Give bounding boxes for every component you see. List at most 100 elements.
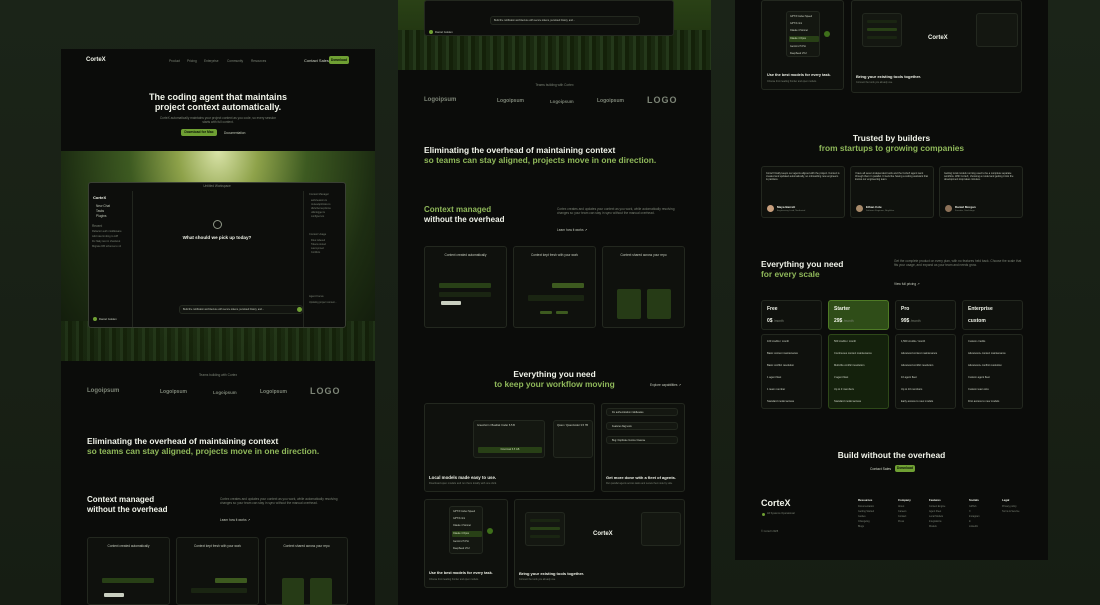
plan-feature: Advanced conflict resolution bbox=[901, 364, 934, 367]
plan-feature: Advanced+ context maintenance bbox=[968, 352, 1006, 355]
footer-link[interactable]: LinkedIn bbox=[969, 525, 978, 528]
recent-item[interactable]: Migrate DB schema to v2 bbox=[92, 245, 121, 248]
partner-logo: LOGO bbox=[647, 95, 678, 105]
stat-item: Conflicts bbox=[311, 251, 321, 254]
context-body: Cortex creates and updates your context … bbox=[557, 207, 675, 215]
testimonials-heading: Trusted by builders bbox=[852, 133, 931, 143]
footer-link[interactable]: Blogs bbox=[858, 525, 864, 528]
footer-link[interactable]: Integrations bbox=[929, 520, 942, 523]
cta-contact-link[interactable]: Contact Sales bbox=[870, 467, 891, 471]
file-item[interactable]: utils/logger.ts bbox=[311, 211, 325, 214]
footer-link[interactable]: In bbox=[969, 520, 971, 523]
nav-enterprise[interactable]: Enterprise bbox=[204, 59, 219, 63]
partner-logo: Logoipsum bbox=[424, 97, 457, 103]
plan-feature: 1 agent fleet bbox=[767, 376, 782, 379]
pricing-heading: Everything you need bbox=[761, 259, 844, 269]
sidebar-new-chat[interactable]: New Chat bbox=[96, 204, 110, 208]
chat-input[interactable]: Build the notification architecture with… bbox=[179, 305, 303, 314]
hero-docs-link[interactable]: Documentation bbox=[224, 131, 245, 135]
footer-link[interactable]: Instagram bbox=[969, 515, 980, 518]
model-download-button[interactable]: Download 6.5 GB bbox=[478, 447, 542, 453]
sidebar-plugins[interactable]: Plugins bbox=[96, 214, 106, 218]
partner-logo: Logoipsum bbox=[87, 388, 120, 394]
nav-product[interactable]: Product bbox=[169, 59, 180, 63]
integrations-card: CorteX Bring your existing tools togethe… bbox=[851, 0, 1022, 93]
file-item[interactable]: db/schema.prisma bbox=[311, 207, 331, 210]
overhead-heading: Eliminating the overhead of maintaining … bbox=[87, 436, 279, 446]
footer-link[interactable]: Getting Started bbox=[858, 510, 874, 513]
cta-heading: Build without the overhead bbox=[837, 450, 946, 460]
workflow-heading: Everything you need bbox=[513, 369, 596, 379]
footer-link[interactable]: Changelog bbox=[858, 520, 870, 523]
footer-link[interactable]: X bbox=[969, 510, 971, 513]
plan-card-3[interactable]: Enterprise custom bbox=[962, 300, 1023, 330]
context-body: Cortex creates and updates your context … bbox=[220, 497, 338, 505]
footer-link[interactable]: Terms & Service bbox=[1002, 510, 1019, 513]
plan-feature: Early access to new models bbox=[901, 400, 934, 403]
recent-item[interactable]: Refactor auth middleware bbox=[92, 230, 122, 233]
plan-price: 99$ /month bbox=[901, 318, 921, 324]
send-icon[interactable] bbox=[297, 307, 302, 312]
local-models-card: Greenhorn / Basilisk Coder 6.5 B Downloa… bbox=[424, 403, 595, 492]
agent-fleet-card: Fix authentication middleware Features f… bbox=[601, 403, 685, 492]
hero-subtitle: CorteX automatically maintains your proj… bbox=[159, 116, 277, 124]
footer-link[interactable]: Guides bbox=[858, 515, 866, 518]
nav-pricing[interactable]: Pricing bbox=[187, 59, 197, 63]
model-select-icon bbox=[487, 528, 493, 534]
plan-features: 500 credits / month Continuous context ma… bbox=[828, 334, 889, 409]
partner-logo: Logoipsum bbox=[213, 390, 237, 395]
footer-link[interactable]: Privacy policy bbox=[1002, 505, 1017, 508]
integrations-card: CorteX Bring your existing tools togethe… bbox=[514, 499, 685, 588]
pricing-link[interactable]: View full pricing ↗ bbox=[894, 282, 920, 286]
status-dot-icon bbox=[762, 513, 765, 516]
status-text[interactable]: All Systems Operational bbox=[767, 512, 795, 515]
feature-card: Context created automatically bbox=[87, 537, 170, 605]
footer-link[interactable]: GitHub bbox=[969, 505, 976, 508]
footer-link[interactable]: Documentation bbox=[858, 505, 874, 508]
plan-features: 1,500 credits / month Advanced context ma… bbox=[895, 334, 956, 409]
brand-logo[interactable]: CorteX bbox=[86, 57, 106, 63]
recent-item[interactable]: Fix flaky test in checkout bbox=[92, 240, 120, 243]
file-item[interactable]: routes/api/index.ts bbox=[311, 203, 330, 206]
copyright: © CorteX 2025 bbox=[761, 530, 779, 533]
footer-brand: CorteX bbox=[761, 498, 791, 508]
file-item[interactable]: auth/session.ts bbox=[311, 199, 327, 202]
footer-link[interactable]: Careers bbox=[898, 510, 907, 513]
capabilities-link[interactable]: Explore capabilities ↗ bbox=[650, 383, 681, 387]
plan-feature: 1,500 credits / month bbox=[901, 340, 926, 343]
context-link[interactable]: Learn how it works ↗ bbox=[220, 518, 250, 522]
hero-download-button[interactable]: Download for Mac bbox=[181, 129, 217, 136]
footer-link[interactable]: About bbox=[898, 505, 904, 508]
landing-page-preview-3: GPT-5 Codex Speed GPT-5 mini Claude 4 So… bbox=[735, 0, 1048, 560]
footer-link[interactable]: Context Engine bbox=[929, 505, 945, 508]
footer-col-header: Features bbox=[929, 498, 941, 502]
context-link[interactable]: Learn how it works ↗ bbox=[557, 228, 587, 232]
footer-link[interactable]: Local Models bbox=[929, 515, 943, 518]
app-window-bottom: Build the notification architecture with… bbox=[424, 0, 674, 36]
partner-logo: Logoipsum bbox=[597, 98, 624, 104]
download-button[interactable]: Download bbox=[329, 56, 349, 64]
plan-card-2[interactable]: Pro 99$ /month bbox=[895, 300, 956, 330]
chat-input[interactable]: Build the notification architecture with… bbox=[490, 16, 640, 25]
footer-col-header: Legal bbox=[1002, 498, 1010, 502]
plan-card-0[interactable]: Free 0$ /month bbox=[761, 300, 822, 330]
plan-name: Pro bbox=[901, 306, 910, 312]
footer-link[interactable]: Press bbox=[898, 520, 904, 523]
app-window: Untitled Workspace CorteX New Chat Tasks… bbox=[88, 182, 346, 328]
file-item[interactable]: config/env.ts bbox=[311, 215, 324, 218]
testimonial-card: I have all seven independent tools and t… bbox=[850, 166, 934, 218]
landing-page-preview-1: CorteX Product Pricing Enterprise Commun… bbox=[61, 49, 375, 605]
nav-community[interactable]: Community bbox=[227, 59, 243, 63]
footer-link[interactable]: Agent Fleet bbox=[929, 510, 941, 513]
contact-sales-link[interactable]: Contact Sales bbox=[304, 58, 329, 63]
plan-feature: 10 agent fleet bbox=[901, 376, 917, 379]
recent-item[interactable]: Add rate limiting to API bbox=[92, 235, 118, 238]
footer-link[interactable]: Models bbox=[929, 525, 937, 528]
plan-card-1[interactable]: Starter 29$ /month bbox=[828, 300, 889, 330]
avatar[interactable] bbox=[93, 317, 97, 321]
sidebar-tasks[interactable]: Tasks bbox=[96, 209, 104, 213]
nav-resources[interactable]: Resources bbox=[251, 59, 266, 63]
footer-link[interactable]: Contact bbox=[898, 515, 906, 518]
plan-feature: Custom agent fleet bbox=[968, 376, 990, 379]
cta-download-button[interactable]: Download bbox=[895, 465, 915, 472]
